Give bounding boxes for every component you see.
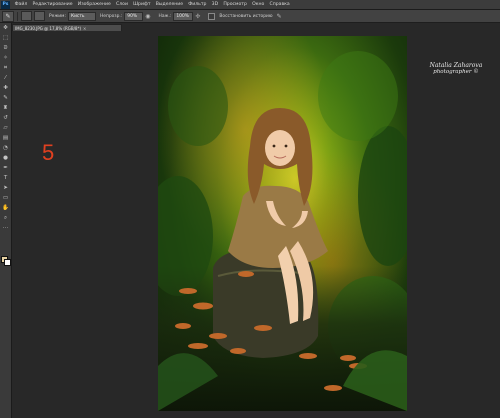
move-tool-icon[interactable]: ✥: [1, 24, 10, 33]
eraser-tool-icon[interactable]: ▱: [1, 124, 10, 133]
step-number-label: 5: [42, 140, 55, 165]
close-icon[interactable]: ×: [83, 26, 86, 31]
quick-select-tool-icon[interactable]: ✧: [1, 54, 10, 63]
menu-file[interactable]: Файл: [12, 2, 30, 7]
divider: [17, 11, 18, 21]
menu-help[interactable]: Справка: [267, 2, 292, 7]
lasso-tool-icon[interactable]: ᘐ: [1, 44, 10, 53]
brush-tool-preset-icon[interactable]: ✎: [2, 10, 14, 22]
history-brush-tool-icon[interactable]: ↺: [1, 114, 10, 123]
brush-tool-icon[interactable]: ✎: [1, 94, 10, 103]
menu-layers[interactable]: Слои: [113, 2, 130, 7]
mode-label: Режим:: [49, 13, 66, 19]
opacity-label: Непрозр.:: [99, 13, 123, 19]
menu-window[interactable]: Окно: [250, 2, 267, 7]
pressure-opacity-icon[interactable]: ◉: [145, 13, 150, 20]
marquee-tool-icon[interactable]: ⬚: [1, 34, 10, 43]
hand-tool-icon[interactable]: ✋: [1, 204, 10, 213]
clone-stamp-tool-icon[interactable]: ♜: [1, 104, 10, 113]
airbrush-icon[interactable]: ✢: [195, 13, 200, 20]
dodge-tool-icon[interactable]: ●: [1, 154, 10, 163]
more-tools-icon[interactable]: ⋯: [1, 224, 10, 233]
photographer-watermark: Natalia Zaharova photographer ©: [420, 62, 492, 76]
menu-select[interactable]: Выделение: [153, 2, 186, 7]
brush-panel-toggle-icon[interactable]: [34, 11, 45, 21]
mode-select[interactable]: Кисть: [67, 11, 96, 21]
restore-history-label: Восстановить историю: [219, 13, 273, 19]
pen-tool-icon[interactable]: ✒: [1, 164, 10, 173]
menu-type[interactable]: Шрифт: [131, 2, 154, 7]
document-tab-title: IMG_8230.JPG @ 17,8% (RGB/8*): [15, 25, 82, 31]
options-bar: ✎ Режим: Кисть Непрозр.: 90% ◉ Наж.: 100…: [0, 10, 500, 23]
blur-tool-icon[interactable]: ◔: [1, 144, 10, 153]
toolbox: ✥ ⬚ ᘐ ✧ ⌗ ⁄ ✚ ✎ ♜ ↺ ▱ ▤ ◔ ● ✒ T ➤ ▭ ✋ ⌕ …: [0, 23, 12, 418]
menu-image[interactable]: Изображение: [75, 2, 113, 7]
document-image[interactable]: [158, 36, 407, 411]
document-tab[interactable]: IMG_8230.JPG @ 17,8% (RGB/8*) ×: [12, 24, 122, 31]
pressure-size-icon[interactable]: ✎: [277, 13, 282, 20]
watermark-subtitle: photographer ©: [433, 69, 479, 75]
menu-3d[interactable]: 3D: [209, 2, 221, 7]
type-tool-icon[interactable]: T: [1, 174, 10, 183]
healing-tool-icon[interactable]: ✚: [1, 84, 10, 93]
restore-history-checkbox[interactable]: [208, 12, 216, 20]
gradient-tool-icon[interactable]: ▤: [1, 134, 10, 143]
brush-size-picker[interactable]: [21, 11, 32, 21]
photoshop-logo: Ps: [1, 0, 10, 9]
watermark-name: Natalia Zaharova: [429, 62, 483, 69]
crop-tool-icon[interactable]: ⌗: [1, 64, 10, 73]
menu-filter[interactable]: Фильтр: [186, 2, 209, 7]
menu-edit[interactable]: Редактирование: [30, 2, 75, 7]
path-select-tool-icon[interactable]: ➤: [1, 184, 10, 193]
shape-tool-icon[interactable]: ▭: [1, 194, 10, 203]
eyedropper-tool-icon[interactable]: ⁄: [1, 74, 10, 83]
photo-illustration: [158, 36, 407, 411]
background-color-swatch[interactable]: [4, 259, 11, 266]
opacity-field[interactable]: 90%: [124, 11, 144, 21]
zoom-tool-icon[interactable]: ⌕: [1, 214, 10, 223]
menu-view[interactable]: Просмотр: [221, 2, 250, 7]
press-label: Наж.:: [158, 13, 172, 19]
press-field[interactable]: 100%: [173, 11, 194, 21]
menu-bar: Ps Файл Редактирование Изображение Слои …: [0, 0, 500, 10]
